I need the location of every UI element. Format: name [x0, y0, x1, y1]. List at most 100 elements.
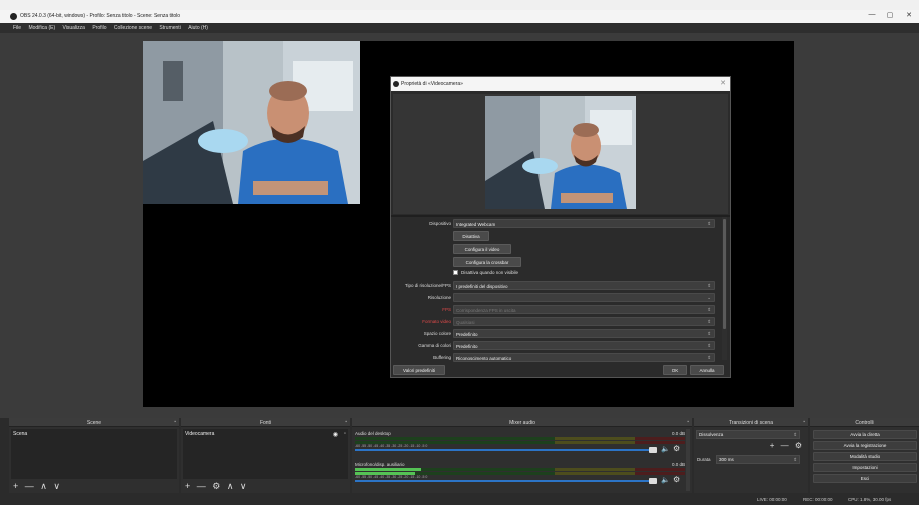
sources-list: Videocamera ◉ ▫ [183, 429, 348, 479]
sources-dock-header: Fonti ▪ [181, 418, 350, 427]
meter-scale: -60 -55 -50 -45 -40 -35 -30 -25 -20 -15 … [355, 444, 428, 448]
menu-view[interactable]: Visualizza [60, 23, 88, 31]
device-label: Dispositivo [429, 221, 451, 226]
select-arrows-icon: ⇕ [793, 432, 797, 437]
chevron-down-icon: ⌄ [707, 295, 711, 300]
resolution-select[interactable]: ⌄ [453, 293, 715, 302]
gear-icon[interactable]: ⚙ [673, 475, 680, 484]
select-arrows-icon: ⇕ [707, 343, 711, 348]
dialog-preview-area [393, 94, 728, 214]
dock-pin-icon[interactable]: ▪ [687, 419, 689, 425]
ok-button[interactable]: OK [663, 365, 687, 375]
dialog-scrollbar[interactable] [722, 217, 727, 360]
properties-dialog: Proprietà di «Videocamera» ✕ Dispositivo… [390, 76, 731, 378]
color-space-select[interactable]: Predefinito ⇕ [453, 329, 715, 338]
menu-profile[interactable]: Profilo [89, 23, 109, 31]
duration-spinbox[interactable]: 300 ms ⇕ [716, 455, 800, 464]
maximize-button[interactable]: ▢ [880, 11, 900, 22]
scene-item[interactable]: Scena [13, 431, 27, 437]
select-arrows-icon: ⇕ [707, 319, 711, 324]
scrollbar-thumb[interactable] [723, 219, 726, 329]
start-streaming-button[interactable]: Avvia la diretta [813, 430, 917, 439]
buffering-label: Buffering [433, 355, 451, 360]
sources-toolbar[interactable]: + — ⚙ ∧ ∨ [185, 481, 249, 492]
device-select[interactable]: Integrated Webcam ⇕ [453, 219, 715, 228]
menu-tools[interactable]: Strumenti [156, 23, 183, 31]
row-resolution-type: Tipo di risoluzione/FPS I predefiniti de… [391, 281, 721, 291]
dialog-titlebar: Proprietà di «Videocamera» ✕ [391, 77, 730, 91]
webcam-source-preview[interactable] [143, 41, 360, 204]
resolution-label: Risoluzione [427, 295, 451, 300]
mixer-scrollbar[interactable] [686, 429, 690, 491]
close-button[interactable]: ✕ [899, 11, 919, 22]
fps-value: Corrispondenza FPS in uscita [456, 308, 516, 313]
minimize-button[interactable]: — [862, 11, 882, 22]
exit-button[interactable]: Esci [813, 474, 917, 483]
volume-slider[interactable] [355, 449, 655, 451]
scenes-toolbar[interactable]: + — ∧ ∨ [13, 481, 62, 492]
lock-icon[interactable]: ▫ [344, 431, 346, 437]
sources-title: Fonti [259, 420, 272, 426]
menubar: File Modifica (E) Visualizza Profilo Col… [0, 23, 919, 33]
scenes-title: Scene [86, 420, 102, 426]
cpu-fps: CPU: 1.8%, 30.00 fps [848, 497, 892, 502]
transition-toolbar[interactable]: + — ⚙ [770, 441, 804, 450]
transitions-title: Transizioni di scena [728, 420, 773, 426]
docks-area: Scene ▪ Scena + — ∧ ∨ Fonti ▪ Videocamera … [0, 418, 919, 495]
buffering-select[interactable]: Riconoscimento automatico ⇕ [453, 353, 715, 362]
volume-slider-handle[interactable] [649, 447, 657, 453]
transition-select[interactable]: Dissolvenza ⇕ [696, 430, 800, 439]
duration-label: Durata [697, 457, 711, 462]
transitions-dock-header: Transizioni di scena ▪ [694, 418, 808, 427]
select-arrows-icon: ⇕ [707, 331, 711, 336]
dock-pin-icon[interactable]: ▪ [345, 419, 347, 425]
row-color-range: Gamma di colori Predefinito ⇕ [391, 341, 721, 351]
row-device: Dispositivo Integrated Webcam ⇕ [391, 219, 721, 229]
desktop-audio-db: 0.0 dB [671, 431, 685, 436]
resolution-type-label: Tipo di risoluzione/FPS [404, 283, 451, 288]
menu-help[interactable]: Aiuto (H) [185, 23, 211, 31]
source-item[interactable]: Videocamera [185, 431, 214, 437]
fps-select[interactable]: Corrispondenza FPS in uscita ⇕ [453, 305, 715, 314]
color-range-label: Gamma di colori [418, 343, 451, 348]
speaker-icon[interactable]: 🔈 [661, 445, 670, 453]
disable-when-not-visible-checkbox[interactable]: Disattiva quando non visibile [453, 270, 518, 279]
transitions-dock: Transizioni di scena ▪ Dissolvenza ⇕ + — ⚙… [694, 418, 808, 493]
status-bar: LIVE: 00:00:00 REC: 00:00:00 CPU: 1.8%, … [0, 495, 919, 505]
webcam-image [485, 96, 636, 209]
start-recording-button[interactable]: Avvia la registrazione [813, 441, 917, 450]
window-title: OBS 24.0.3 (64-bit, windows) - Profilo: … [20, 13, 181, 19]
speaker-icon[interactable]: 🔈 [661, 476, 670, 484]
color-space-label: Spazio colore [423, 331, 451, 336]
defaults-button[interactable]: Valori predefiniti [393, 365, 445, 375]
dock-pin-icon[interactable]: ▪ [803, 419, 805, 425]
mixer-channel-desktop: Audio del desktop 0.0 dB -60 -55 -50 -45… [355, 431, 691, 461]
transition-value: Dissolvenza [699, 432, 724, 437]
menu-file[interactable]: File [10, 23, 24, 31]
eye-icon[interactable]: ◉ [333, 431, 338, 438]
volume-meter [355, 468, 685, 471]
dialog-splitter[interactable] [391, 215, 730, 217]
resolution-type-select[interactable]: I predefiniti del dispositivo ⇕ [453, 281, 715, 290]
rec-timer: REC: 00:00:00 [803, 497, 833, 502]
color-range-select[interactable]: Predefinito ⇕ [453, 341, 715, 350]
cancel-button[interactable]: Annulla [690, 365, 724, 375]
volume-slider-handle[interactable] [649, 478, 657, 484]
menu-scene-collection[interactable]: Collezione scene [111, 23, 155, 31]
device-value: Integrated Webcam [456, 222, 496, 227]
select-arrows-icon: ⇕ [707, 283, 711, 288]
gear-icon[interactable]: ⚙ [673, 444, 680, 453]
dock-pin-icon[interactable]: ▪ [174, 419, 176, 425]
settings-button[interactable]: Impostazioni [813, 463, 917, 472]
menu-edit[interactable]: Modifica (E) [25, 23, 58, 31]
configure-crossbar-button[interactable]: Configura la crossbar [453, 257, 521, 267]
deactivate-button[interactable]: Disattiva [453, 231, 489, 241]
configure-video-button[interactable]: Configura il video [453, 244, 511, 254]
select-arrows-icon: ⇕ [793, 457, 797, 462]
dialog-close-button[interactable]: ✕ [720, 79, 726, 87]
video-format-select[interactable]: Qualsiasi ⇕ [453, 317, 715, 326]
row-video-format: Formato video Qualsiasi ⇕ [391, 317, 721, 327]
studio-mode-button[interactable]: Modalità studio [813, 452, 917, 461]
volume-slider[interactable] [355, 480, 655, 482]
dialog-title: Proprietà di «Videocamera» [401, 81, 463, 87]
